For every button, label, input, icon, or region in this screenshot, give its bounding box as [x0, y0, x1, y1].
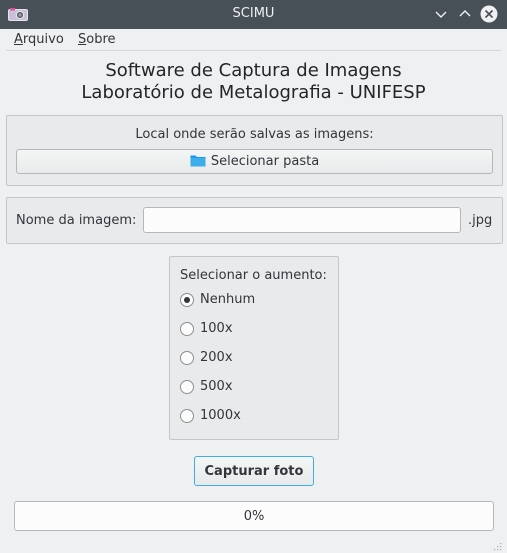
menu-bar: Arquivo Sobre [0, 29, 507, 51]
zoom-option-label: 1000x [200, 408, 241, 423]
image-name-label: Nome da imagem: [16, 213, 137, 228]
title-bar[interactable]: SCIMU [0, 0, 507, 29]
image-name-input[interactable] [143, 207, 461, 233]
select-folder-label: Selecionar pasta [210, 154, 320, 169]
capture-photo-label: Capturar foto [204, 464, 304, 479]
maximize-button[interactable] [456, 5, 474, 23]
close-button[interactable] [480, 5, 498, 23]
menu-arquivo-label: rquivo [22, 32, 64, 47]
menu-sobre[interactable]: Sobre [78, 32, 116, 47]
radio-button[interactable] [180, 322, 194, 336]
progress-bar: 0% [14, 501, 494, 531]
window-title: SCIMU [232, 6, 275, 21]
image-name-group: Nome da imagem: .jpg [6, 197, 503, 244]
app-heading-subtitle: Laboratório de Metalografia - UNIFESP [81, 82, 426, 103]
folder-label: Local onde serão salvas as imagens: [135, 127, 374, 142]
folder-group: Local onde serão salvas as imagens: Sele… [6, 115, 503, 186]
zoom-group: Selecionar o aumento: [169, 256, 339, 440]
app-heading-title: Software de Captura de Imagens [105, 60, 402, 81]
zoom-option-label: 100x [200, 321, 233, 336]
resize-grip-icon[interactable] [491, 540, 503, 552]
zoom-option-label: 200x [200, 350, 233, 365]
radio-button[interactable] [180, 293, 194, 307]
close-icon [480, 5, 498, 23]
zoom-option-label: 500x [200, 379, 233, 394]
extension-label: .jpg [468, 213, 493, 228]
minimize-button[interactable] [432, 5, 450, 23]
progress-text: 0% [243, 509, 265, 524]
zoom-title: Selecionar o aumento: [180, 268, 327, 283]
radio-button[interactable] [180, 351, 194, 365]
folder-icon [190, 155, 206, 167]
select-folder-button[interactable]: Selecionar pasta [16, 149, 493, 174]
menu-arquivo[interactable]: Arquivo [14, 32, 64, 47]
capture-photo-button[interactable]: Capturar foto [194, 456, 314, 486]
zoom-option-label: Nenhum [200, 292, 256, 307]
menu-sobre-label: obre [86, 32, 116, 47]
minimize-icon [435, 11, 447, 18]
radio-button[interactable] [180, 380, 194, 394]
maximize-icon [459, 10, 471, 17]
menu-arquivo-mnemonic: A [14, 32, 23, 47]
radio-button[interactable] [180, 409, 194, 423]
